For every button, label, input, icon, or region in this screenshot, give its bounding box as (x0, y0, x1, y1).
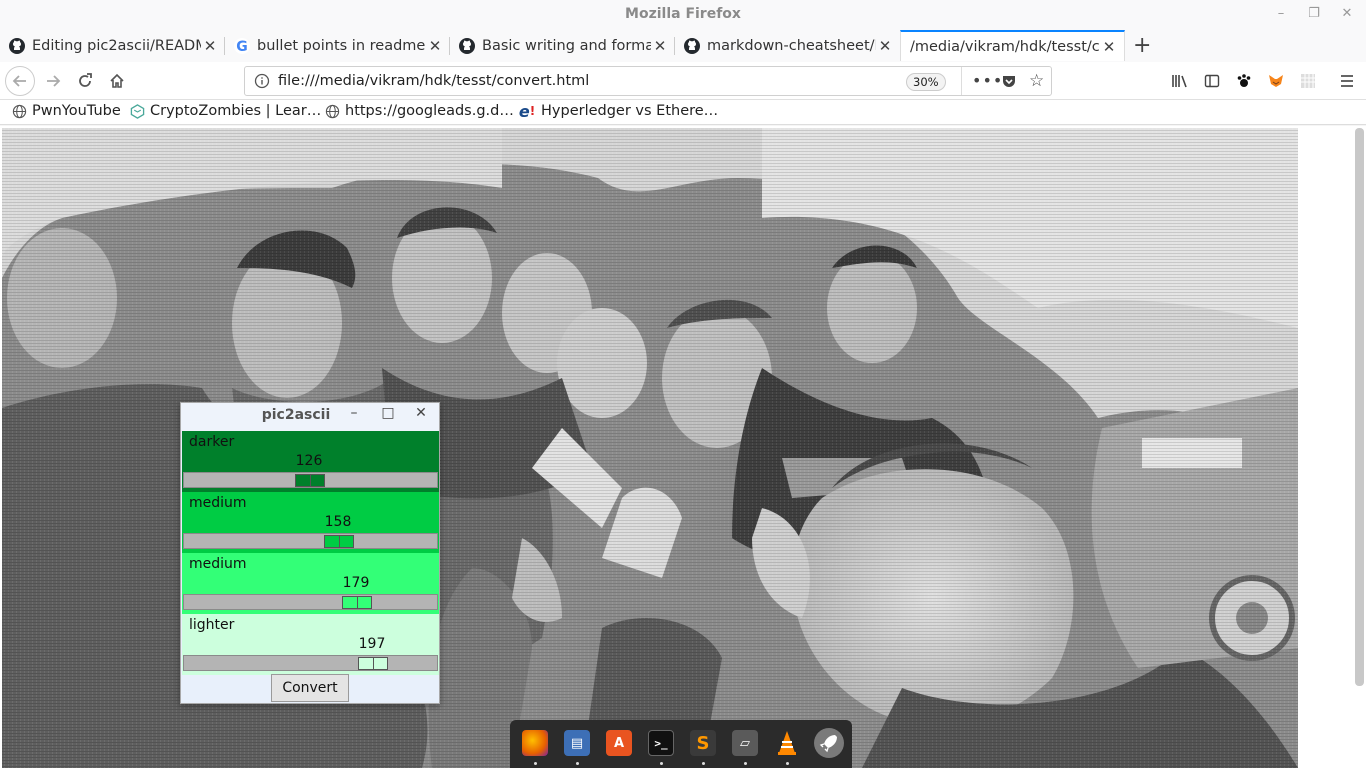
band-lighter: lighter 197 (182, 614, 439, 675)
app-title: pic2ascii (261, 407, 331, 423)
tab-markdown-cheatsheet[interactable]: markdown-cheatsheet/R ✕ (675, 30, 900, 61)
pocket-icon[interactable] (1001, 73, 1017, 93)
app-close-icon[interactable]: ✕ (410, 405, 432, 421)
tab-label: bullet points in readme.r (257, 37, 426, 54)
convert-button[interactable]: Convert (271, 674, 349, 702)
navigation-toolbar: file:///media/vikram/hdk/tesst/convert.h… (0, 62, 1366, 100)
band-label: medium (189, 495, 247, 511)
bookmark-label: PwnYouTube (32, 103, 121, 119)
tab-label: Basic writing and format (482, 37, 651, 54)
github-icon (684, 37, 700, 54)
band-label: darker (189, 434, 235, 450)
firefox-icon[interactable] (522, 730, 548, 756)
reload-button[interactable] (70, 66, 100, 96)
pic2ascii-titlebar[interactable]: pic2ascii – □ ✕ (181, 403, 439, 431)
extension-paw-icon[interactable] (1229, 66, 1259, 96)
pic2ascii-window: pic2ascii – □ ✕ darker 126 medium 158 me… (180, 402, 440, 704)
url-bar[interactable]: file:///media/vikram/hdk/tesst/convert.h… (244, 66, 1052, 96)
sidebar-icon[interactable] (1197, 66, 1227, 96)
close-window-button[interactable]: ✕ (1330, 0, 1364, 28)
tab-basic-writing[interactable]: Basic writing and format ✕ (450, 30, 675, 61)
window-titlebar: Mozilla Firefox – ❐ ✕ (0, 0, 1366, 29)
metamask-icon[interactable] (1261, 66, 1291, 96)
band-value: 179 (342, 575, 370, 591)
menu-hamburger-icon[interactable] (1332, 66, 1362, 96)
slider-thumb[interactable] (324, 535, 354, 548)
bookmark-hyperledger[interactable]: e! Hyperledger vs Ethere… (518, 101, 719, 121)
library-icon[interactable] (1165, 66, 1195, 96)
band-label: medium (189, 556, 247, 572)
minimize-button[interactable]: – (1264, 0, 1298, 28)
new-tab-button[interactable]: + (1127, 30, 1157, 61)
band-value: 197 (358, 636, 386, 652)
dock: ▤ A >_ S ▱ (510, 720, 852, 768)
bookmark-star-icon[interactable]: ☆ (1029, 71, 1044, 91)
app-minimize-icon[interactable]: – (343, 405, 365, 421)
band-value: 126 (295, 453, 323, 469)
zoom-indicator[interactable]: 30% (906, 73, 946, 91)
band-medium-light: medium 179 (182, 553, 439, 614)
band-darker: darker 126 (182, 431, 439, 492)
google-icon: G (234, 37, 250, 54)
terminal-icon[interactable]: >_ (648, 730, 674, 756)
tab-label: markdown-cheatsheet/R (707, 37, 876, 54)
forward-button[interactable] (38, 66, 68, 96)
globe-icon (325, 104, 340, 119)
tab-label: Editing pic2ascii/READM (32, 37, 201, 54)
github-icon (9, 37, 25, 54)
slider-thumb[interactable] (342, 596, 372, 609)
window-title: Mozilla Firefox (625, 6, 741, 22)
tab-editing-readme[interactable]: Editing pic2ascii/READM ✕ (0, 30, 225, 61)
slider-thumb[interactable] (358, 657, 388, 670)
band-slider[interactable] (183, 533, 438, 549)
bookmark-cryptozombies[interactable]: CryptoZombies | Lear… (130, 103, 321, 119)
home-icon (110, 73, 124, 88)
slider-thumb[interactable] (295, 474, 325, 487)
page-scrollbar[interactable] (1355, 128, 1364, 686)
band-slider[interactable] (183, 655, 438, 671)
back-arrow-icon (12, 75, 26, 87)
close-tab-icon[interactable]: ✕ (1100, 38, 1118, 56)
close-tab-icon[interactable]: ✕ (426, 37, 444, 55)
sublime-text-icon[interactable]: S (690, 730, 716, 756)
svg-text:G: G (236, 39, 248, 54)
tab-label: /media/vikram/hdk/tesst/c (910, 38, 1100, 55)
files-icon[interactable]: ▤ (564, 730, 590, 756)
window-icon[interactable]: ▱ (732, 730, 758, 756)
globe-icon (12, 104, 27, 119)
bookmark-label: https://googleads.g.d… (345, 103, 514, 119)
bookmark-label: Hyperledger vs Ethere… (541, 103, 719, 119)
bookmarks-toolbar: PwnYouTube CryptoZombies | Lear… https:/… (0, 100, 1366, 125)
band-medium-dark: medium 158 (182, 492, 439, 553)
cryptozombies-icon (130, 103, 145, 119)
band-slider[interactable] (183, 594, 438, 610)
close-tab-icon[interactable]: ✕ (201, 37, 219, 55)
github-icon (459, 37, 475, 54)
forward-arrow-icon (47, 75, 61, 87)
app-maximize-icon[interactable]: □ (377, 405, 399, 421)
launcher-rocket-icon[interactable] (814, 728, 844, 758)
bookmark-pwnyoutube[interactable]: PwnYouTube (12, 103, 121, 119)
home-button[interactable] (102, 66, 132, 96)
band-label: lighter (189, 617, 235, 633)
band-value: 158 (324, 514, 352, 530)
band-slider[interactable] (183, 472, 438, 488)
bookmark-googleads[interactable]: https://googleads.g.d… (325, 103, 514, 119)
url-text[interactable]: file:///media/vikram/hdk/tesst/convert.h… (278, 73, 589, 89)
software-center-icon[interactable]: A (606, 730, 632, 756)
restore-button[interactable]: ❐ (1297, 0, 1331, 28)
close-tab-icon[interactable]: ✕ (651, 37, 669, 55)
e-icon: e! (518, 101, 536, 121)
vlc-icon[interactable] (774, 730, 800, 756)
close-tab-icon[interactable]: ✕ (876, 37, 894, 55)
reload-icon (79, 73, 92, 87)
back-button[interactable] (5, 66, 35, 96)
bookmark-label: CryptoZombies | Lear… (150, 103, 322, 119)
tab-bullet-points[interactable]: G bullet points in readme.r ✕ (225, 30, 450, 61)
tab-convert-html[interactable]: /media/vikram/hdk/tesst/c ✕ (900, 30, 1125, 61)
tab-bar: Editing pic2ascii/READM ✕ G bullet point… (0, 29, 1366, 62)
page-actions-icon[interactable]: ••• (972, 71, 1003, 90)
extension-grid-icon[interactable] (1293, 66, 1323, 96)
info-icon[interactable] (254, 73, 270, 93)
